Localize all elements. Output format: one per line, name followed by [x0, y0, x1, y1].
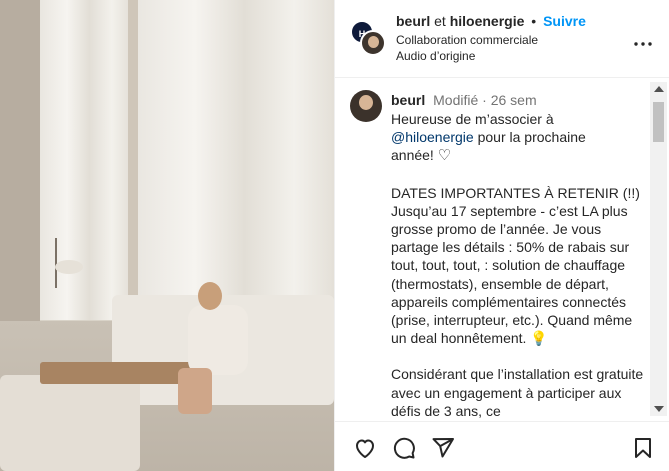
- person-body: [188, 305, 248, 375]
- comment-icon[interactable]: [392, 436, 416, 460]
- more-icon[interactable]: [634, 30, 652, 51]
- header-separator: •: [531, 13, 537, 29]
- audio-label[interactable]: Audio d’origine: [396, 49, 475, 63]
- caption-line-1: Heureuse de m’associer à: [391, 110, 649, 128]
- header-title: beurl et hiloenergie • Suivre: [396, 13, 586, 29]
- edited-label: Modifié: [433, 92, 479, 108]
- caption-line-2-text: pour la prochaine: [473, 129, 586, 146]
- scroll-down-arrow-icon[interactable]: [654, 406, 664, 412]
- curtain-left: [40, 0, 130, 320]
- caption-paragraph-2: DATES IMPORTANTES À RETENIR (!!) Jusqu’a…: [391, 184, 649, 348]
- post-side-panel: H beurl et hiloenergie • Suivre Collabor…: [334, 0, 669, 471]
- scroll-thumb[interactable]: [653, 102, 664, 142]
- person-legs: [178, 368, 212, 414]
- header-username-beurl[interactable]: beurl: [396, 13, 430, 29]
- heart-emoji-icon: ♡: [437, 147, 452, 165]
- window-frame: [128, 0, 138, 300]
- caption-line-3: année! ♡: [391, 146, 649, 165]
- header-connector: et: [434, 13, 446, 29]
- header-username-hiloenergie[interactable]: hiloenergie: [450, 13, 525, 29]
- sofa-front: [0, 375, 140, 471]
- post-header: H beurl et hiloenergie • Suivre Collabor…: [335, 0, 669, 78]
- caption-time[interactable]: 26 sem: [491, 92, 537, 108]
- mention-hiloenergie[interactable]: @hiloenergie: [391, 129, 474, 145]
- caption-separator: ·: [482, 92, 487, 108]
- caption-line-3-text: année!: [391, 147, 434, 164]
- caption-avatar[interactable]: [350, 90, 382, 122]
- avatar-beurl[interactable]: [360, 30, 386, 56]
- scroll-up-arrow-icon[interactable]: [654, 86, 664, 92]
- caption-line-1-text: Heureuse de m’associer à: [391, 111, 554, 127]
- lamp-shade: [55, 260, 83, 274]
- curtain-right: [135, 0, 334, 320]
- caption-paragraph-2-text: DATES IMPORTANTES À RETENIR (!!) Jusqu’a…: [391, 184, 640, 347]
- bookmark-icon[interactable]: [631, 436, 655, 460]
- caption-text: Heureuse de m’associer à @hiloenergie po…: [391, 110, 649, 420]
- collab-avatars[interactable]: H: [350, 20, 386, 56]
- lightbulb-emoji-icon: 💡: [530, 330, 548, 347]
- post-photo[interactable]: [0, 0, 334, 471]
- follow-button[interactable]: Suivre: [543, 13, 586, 29]
- wall-pillar: [0, 0, 40, 330]
- caption-scrollbar[interactable]: [650, 82, 667, 416]
- person-head: [198, 282, 222, 310]
- send-icon[interactable]: [431, 436, 455, 460]
- action-bar: [335, 421, 669, 471]
- caption-area: beurl Modifié · 26 sem Heureuse de m’ass…: [335, 79, 669, 421]
- heart-icon[interactable]: [353, 436, 377, 460]
- caption-line-2: @hiloenergie pour la prochaine: [391, 128, 649, 146]
- caption-header: beurl Modifié · 26 sem: [391, 92, 537, 108]
- caption-paragraph-3: Considérant que l’installation est gratu…: [391, 366, 644, 419]
- collab-label[interactable]: Collaboration commerciale: [396, 33, 538, 47]
- caption-username[interactable]: beurl: [391, 92, 425, 108]
